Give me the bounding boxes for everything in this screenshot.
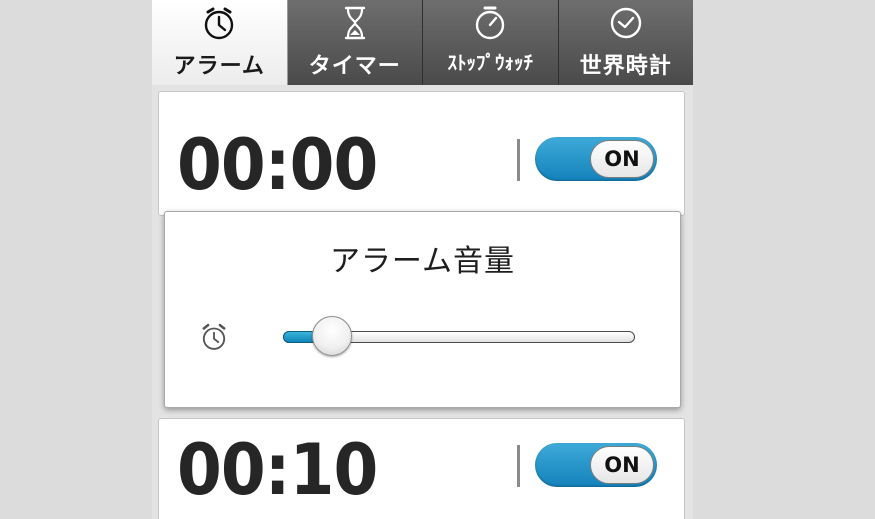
hourglass-icon xyxy=(344,6,365,40)
alarm-time: 00:10 xyxy=(177,429,378,511)
alarm-toggle[interactable]: ON xyxy=(535,137,657,181)
volume-slider[interactable] xyxy=(283,316,635,356)
tab-stopwatch[interactable]: ｽﾄｯﾌﾟｳｫｯﾁ xyxy=(423,0,559,85)
tab-timer-label: タイマー xyxy=(308,54,401,79)
alarm-toggle[interactable]: ON xyxy=(535,443,657,487)
divider xyxy=(517,445,520,487)
tab-alarm-label: アラーム xyxy=(173,54,265,79)
volume-dialog: アラーム音量 xyxy=(164,211,681,408)
alarm-toggle-label: ON xyxy=(590,140,654,178)
tab-timer[interactable]: タイマー xyxy=(287,0,423,85)
alarm-item[interactable]: 00:10 ON xyxy=(158,418,685,519)
clock-icon xyxy=(610,7,641,39)
tab-world-clock[interactable]: 世界時計 xyxy=(558,0,693,85)
alarm-clock-icon xyxy=(202,323,226,350)
alarm-item[interactable]: 00:00 ON xyxy=(158,91,685,216)
tab-bar: アラーム タイマー ｽﾄｯﾌﾟｳｫｯﾁ 世界時計 xyxy=(152,0,693,85)
tab-world-clock-label: 世界時計 xyxy=(579,54,672,79)
dialog-title: アラーム音量 xyxy=(329,244,516,279)
app-screen: アラーム タイマー ｽﾄｯﾌﾟｳｫｯﾁ 世界時計 00:00 ON 00:10 … xyxy=(152,0,693,519)
alarm-toggle-label: ON xyxy=(590,446,654,484)
tab-alarm[interactable]: アラーム xyxy=(152,0,288,85)
slider-thumb[interactable] xyxy=(312,316,352,356)
alarm-time: 00:00 xyxy=(177,124,378,206)
stopwatch-icon xyxy=(476,6,505,40)
divider xyxy=(517,139,520,181)
alarm-clock-icon xyxy=(205,7,234,40)
tab-stopwatch-label: ｽﾄｯﾌﾟｳｫｯﾁ xyxy=(447,52,533,74)
